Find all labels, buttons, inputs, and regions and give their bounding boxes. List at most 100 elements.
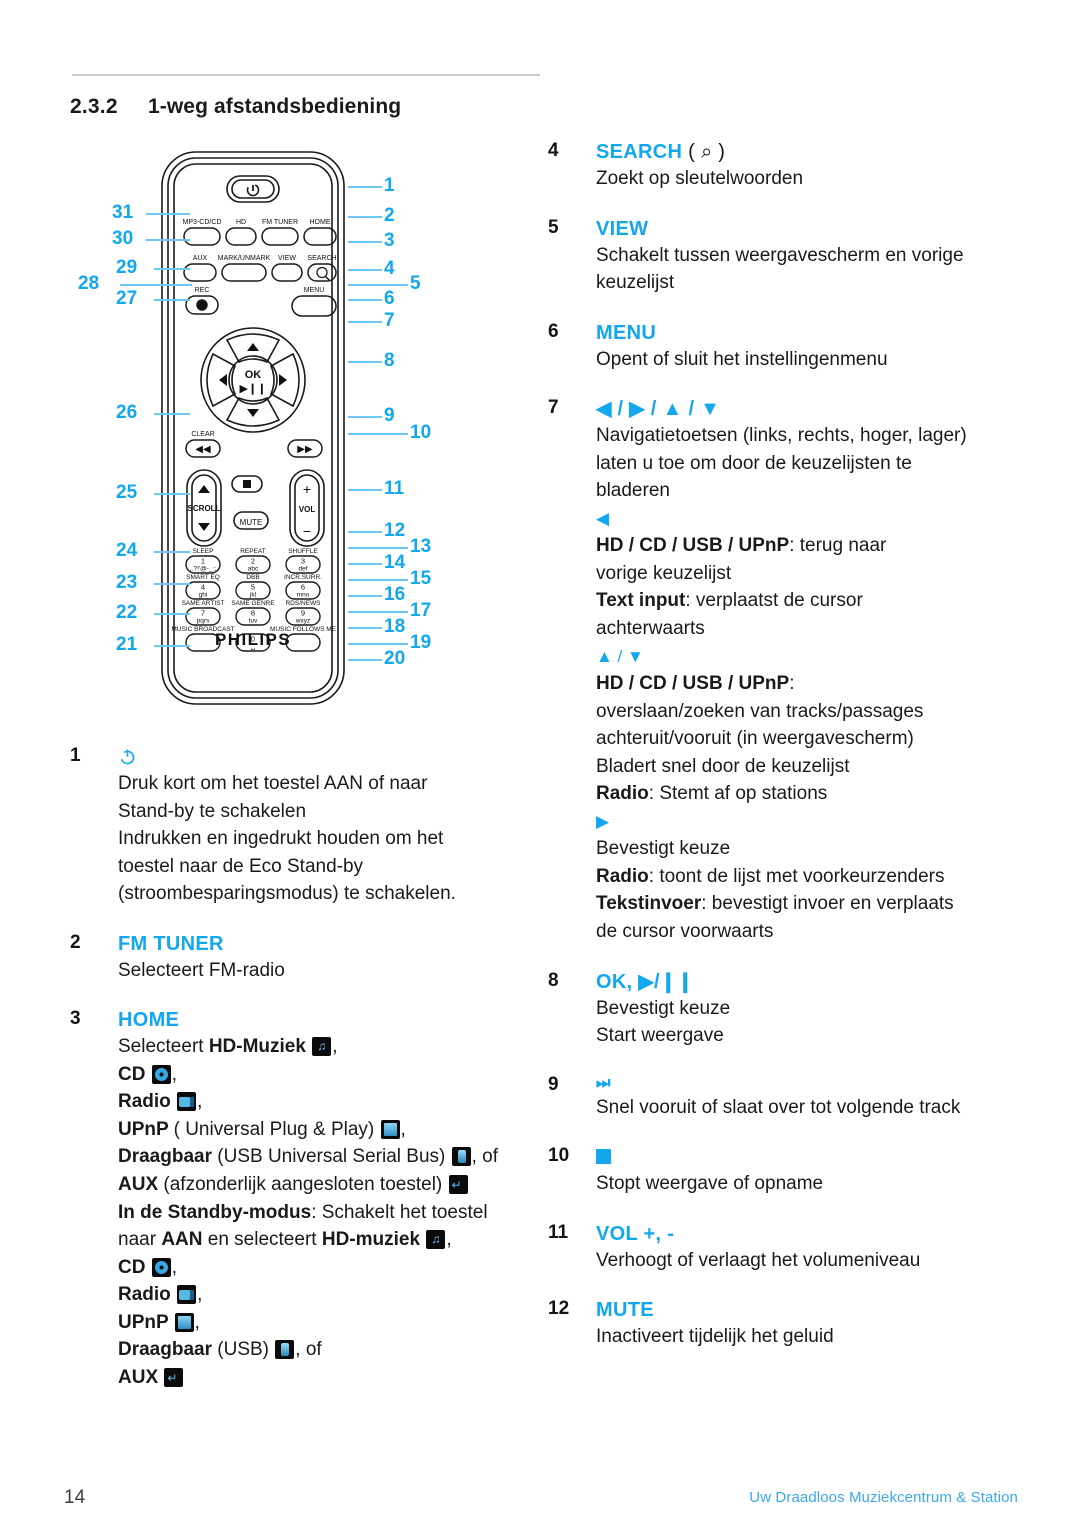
entry-number: 7 <box>548 397 559 419</box>
note-icon: ♫ <box>312 1037 332 1057</box>
text-run: keuzelijst <box>596 272 675 294</box>
svg-text:ghi: ghi <box>199 592 208 599</box>
leader-line <box>348 659 382 661</box>
leader-line <box>154 645 190 647</box>
svg-text:MENU: MENU <box>304 287 325 294</box>
body-line: toestel naar de Eco Stand-by <box>118 853 550 881</box>
text-run: Draagbaar <box>118 1146 218 1168</box>
text-run: Opent of sluit het instellingenmenu <box>596 348 888 370</box>
body-line: Opent of sluit het instellingenmenu <box>596 346 1028 374</box>
svg-text:PHILIPS: PHILIPS <box>215 630 291 649</box>
text-run: UPnP <box>118 1311 174 1333</box>
text-run: achteruit/vooruit (in weergavescherm) <box>596 728 914 750</box>
svg-text:REPEAT: REPEAT <box>240 548 266 555</box>
body-line: achteruit/vooruit (in weergavescherm) <box>596 725 1028 753</box>
svg-text:9: 9 <box>301 609 305 618</box>
text-run: Bevestigt keuze <box>596 838 731 860</box>
svg-text:SCROLL: SCROLL <box>188 504 221 513</box>
usb-icon <box>275 1340 295 1360</box>
entry-number: 10 <box>548 1145 570 1167</box>
svg-text:HOME: HOME <box>310 219 331 226</box>
leader-line <box>348 284 408 286</box>
text-run: CD <box>118 1063 151 1085</box>
entry-number: 6 <box>548 320 559 342</box>
callout-number: 15 <box>410 568 432 589</box>
callout-number: 25 <box>116 482 138 503</box>
svg-text:INCR.SURR.: INCR.SURR. <box>284 574 322 581</box>
body-line: Radio: Stemt af op stations <box>596 780 1028 808</box>
svg-text:mno: mno <box>297 592 310 599</box>
callout-number: 20 <box>384 648 406 669</box>
body-line: achterwaarts <box>596 615 1028 643</box>
text-run: Selecteert <box>118 1036 209 1058</box>
text-run: Radio <box>596 865 649 887</box>
body-line: naar AAN en selecteert HD-muziek ♫, <box>118 1226 550 1254</box>
entry-body: HOME Selecteert HD-Muziek ♫, CD , Radio , UP… <box>118 1008 550 1391</box>
callout-number: 8 <box>384 350 395 371</box>
text-run: overslaan/zoeken van tracks/passages <box>596 700 924 722</box>
leader-line <box>348 595 382 597</box>
leader-line <box>348 299 382 301</box>
text-run: Draagbaar <box>118 1339 218 1361</box>
text-run: naar <box>118 1229 162 1251</box>
text-run: In de Standby-modus <box>118 1201 312 1223</box>
svg-text:wxyz: wxyz <box>295 618 310 625</box>
entry-heading: FM TUNER <box>118 932 224 955</box>
body-line: bladeren <box>596 477 1028 505</box>
upnp-icon <box>174 1312 194 1332</box>
leader-line <box>348 186 382 188</box>
remote-illustration: MP3-CD/CD HD FM TUNER HOME AUX MARK/UNMARK … <box>161 151 345 705</box>
body-line: de cursor voorwaarts <box>596 918 1028 946</box>
body-line: Inactiveert tijdelijk het geluid <box>596 1323 1028 1351</box>
power-icon <box>118 745 550 770</box>
body-line: overslaan/zoeken van tracks/passages <box>596 698 1028 726</box>
text-run: : toont de lijst met voorkeurzenders <box>648 865 945 887</box>
svg-text:DBB: DBB <box>246 574 259 581</box>
body-line: Zoekt op sleutelwoorden <box>596 165 1028 193</box>
manual-entry: 4 SEARCH ( ⌕ ) Zoekt op sleutelwoorden <box>548 140 1028 193</box>
callout-number: 6 <box>384 288 395 309</box>
text-run: , of <box>471 1146 499 1168</box>
callout-number: 13 <box>410 536 432 557</box>
body-line: Radio , <box>118 1088 550 1116</box>
section-number: 2.3.2 <box>70 95 118 118</box>
svg-text:◀◀: ◀◀ <box>195 444 211 455</box>
search-icon: ( ⌕ ) <box>682 141 726 163</box>
svg-text:2: 2 <box>251 557 255 566</box>
text-run: : terug naar <box>789 535 887 557</box>
arrow-glyph: ◀ <box>596 508 610 528</box>
manual-entry: 8 OK, ▶/❙❙ Bevestigt keuze Start weergave <box>548 970 1028 1050</box>
text-run: AUX <box>118 1174 164 1196</box>
text-run: (afzonderlijk aangesloten toestel) <box>163 1174 448 1196</box>
arrow-glyph: ▲ / ▼ <box>596 646 644 666</box>
leader-line <box>120 284 192 286</box>
text-run: de cursor voorwaarts <box>596 921 774 943</box>
entry-body: VIEW Schakelt tussen weergavescherm en vo… <box>596 217 1028 297</box>
text-run: Bladert snel door de keuzelijst <box>596 755 850 777</box>
callout-number: 18 <box>384 616 406 637</box>
manual-entry: 10 Stopt weergave of opname <box>548 1145 1028 1198</box>
text-run: AUX <box>118 1366 164 1388</box>
footer-note: Uw Draadloos Muziekcentrum & Station <box>749 1489 1018 1506</box>
leader-line <box>348 611 408 613</box>
body-line: Snel vooruit of slaat over tot volgende … <box>596 1094 1028 1122</box>
entry-body: VOL +, - Verhoogt of verlaagt het volumen… <box>596 1222 1028 1275</box>
callout-number: 11 <box>384 478 405 499</box>
text-run: , <box>400 1118 406 1140</box>
body-line: Start weergave <box>596 1022 1028 1050</box>
manual-page: 2.3.2 1-weg afstandsbediening MP3-CD/CD … <box>0 0 1080 1527</box>
svg-text:SEARCH: SEARCH <box>307 255 336 262</box>
leader-line <box>348 321 382 323</box>
entry-number: 5 <box>548 216 559 238</box>
callout-number: 22 <box>116 602 138 623</box>
aux-icon: ↵ <box>448 1175 468 1195</box>
text-run: : verplaatst de cursor <box>685 590 863 612</box>
text-run: Text input <box>596 590 686 612</box>
svg-text:,.?!'@-_:;: ,.?!'@-_:; <box>190 566 216 573</box>
text-run: Inactiveert tijdelijk het geluid <box>596 1326 834 1348</box>
remote-control-figure: MP3-CD/CD HD FM TUNER HOME AUX MARK/UNMARK … <box>62 140 542 720</box>
leader-line <box>348 269 382 271</box>
callout-number: 14 <box>384 552 406 573</box>
entry-body: FM TUNER Selecteert FM-radio <box>118 932 550 985</box>
text-run: Tekstinvoer <box>596 893 702 915</box>
